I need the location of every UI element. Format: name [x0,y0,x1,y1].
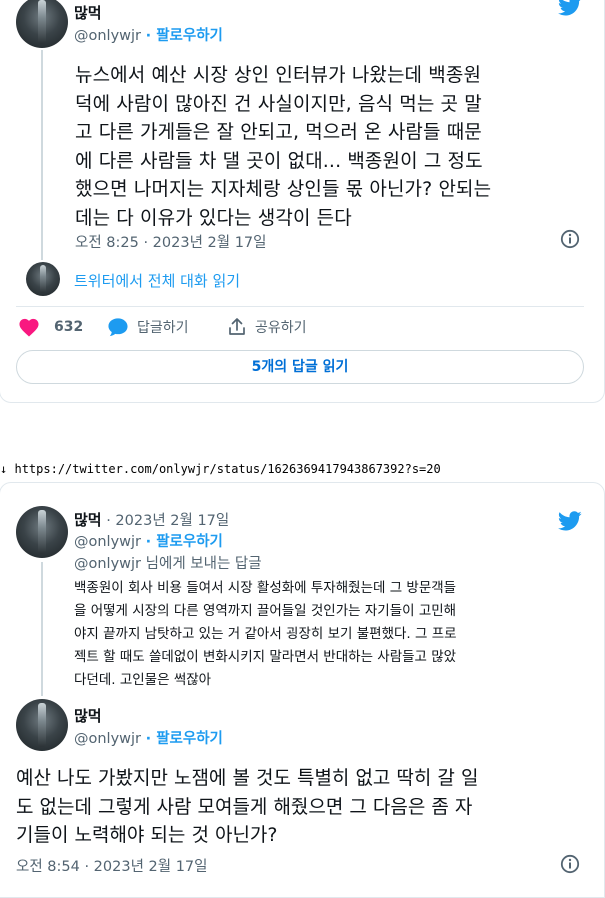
reply-to-suffix: 님에게 보내는 답글 [141,556,262,572]
reply-to-handle[interactable]: @onlywjr [74,556,141,572]
reply-text-line: 젝트 할 때도 쓸데없이 변화시키지 말라면서 반대하는 사람들고 많았 [74,649,457,665]
author-handle[interactable]: @onlywjr · 팔로우하기 [74,24,223,45]
like-button[interactable]: 632 [18,317,83,337]
read-thread-link[interactable]: 트위터에서 전체 대화 읽기 [74,270,240,291]
twitter-bird-icon[interactable] [557,0,583,18]
reply-label: 답글하기 [137,320,189,336]
tweet-text-line: 도 없는데 그렇게 사람 모여들게 해줬으면 그 다음은 좀 자 [16,795,473,818]
tweet-text-line: 에 다른 사람들 차 댈 곳이 없대... 백종원이 그 정도 [75,149,483,172]
follow-button[interactable]: · 팔로우하기 [146,731,223,747]
author-name[interactable]: 많먹 [74,705,102,726]
share-icon [229,318,245,335]
reply-text: 백종원이 회사 비용 들여서 시장 활성화에 투자해줬는데 그 방문객들 을 어… [74,577,589,692]
reply-text-line: 백종원이 회사 비용 들여서 시장 활성화에 투자해줬는데 그 방문객들 [74,580,457,596]
author-handle[interactable]: @onlywjr · 팔로우하기 [74,727,223,748]
tweet-text-line: 했으면 나머지는 지자체랑 상인들 몫 아닌가? 안되는 [75,178,492,200]
reply-button[interactable]: 답글하기 [107,317,189,337]
info-icon[interactable] [560,229,580,249]
tweet-text-line: 예산 나도 가봤지만 노잼에 볼 것도 특별히 없고 딱히 갈 일 [16,767,479,789]
tweet-text: 예산 나도 가봤지만 노잼에 볼 것도 특별히 없고 딱히 갈 일 도 없는데 … [16,764,596,850]
tweet-text-line: 데는 다 이유가 있다는 생각이 든다 [75,206,352,229]
reply-text-line: 야지 끝까지 남탓하고 있는 거 같아서 굉장히 보기 불편했다. 그 프로 [74,626,457,642]
tweet-text-line: 덕에 사람이 많아진 건 사실이지만, 음식 먹는 곳 말 [75,92,482,115]
author-handle[interactable]: @onlywjr · 팔로우하기 [74,530,223,551]
tweet-text-line: 고 다른 가게들은 잘 안되고, 먹으러 온 사람들 때문 [75,121,482,143]
avatar[interactable] [16,699,68,751]
author-name[interactable]: 많먹 [74,511,102,529]
reply-text-line: 다던데. 고인물은 썩잖아 [74,672,212,688]
tweet-timestamp[interactable]: 오전 8:54 · 2023년 2월 17일 [16,855,208,876]
handle-text[interactable]: @onlywjr [74,731,141,747]
follow-button[interactable]: · 팔로우하기 [146,28,223,44]
tweet-url-line: ↓ https://twitter.com/onlywjr/status/162… [0,462,441,476]
heart-icon [19,318,39,337]
thread-line [41,50,43,260]
tweet-url[interactable]: https://twitter.com/onlywjr/status/16263… [14,462,440,476]
reply-header: 많먹 · 2023년 2월 17일 [74,509,229,530]
small-avatar[interactable] [26,262,60,296]
follow-button[interactable]: · 팔로우하기 [146,534,223,550]
tweet-text: 뉴스에서 예산 시장 상인 인터뷰가 나왔는데 백종원 덕에 사람이 많아진 건… [75,61,585,232]
tweet-text-line: 뉴스에서 예산 시장 상인 인터뷰가 나왔는데 백종원 [75,64,482,86]
handle-text[interactable]: @onlywjr [74,28,141,44]
share-label: 공유하기 [255,320,307,336]
divider [16,306,584,307]
twitter-bird-icon[interactable] [557,509,583,533]
tweet-text-line: 기들이 노력해야 되는 것 아닌가? [16,824,278,846]
tweet-timestamp[interactable]: 오전 8:25 · 2023년 2월 17일 [75,231,267,252]
thread-line [41,562,43,696]
read-replies-button[interactable]: 5개의 답글 읽기 [16,350,584,384]
handle-text[interactable]: @onlywjr [74,534,141,550]
info-icon[interactable] [560,854,580,874]
reply-date[interactable]: · 2023년 2월 17일 [106,513,229,529]
reply-text-line: 을 어떻게 시장의 다른 영역까지 끌어들일 것인가는 자기들이 고민해 [74,603,457,619]
like-count: 632 [54,319,84,335]
reply-bubble-icon [108,318,128,337]
author-name[interactable]: 많먹 [74,2,102,23]
share-button[interactable]: 공유하기 [227,317,307,337]
reply-to-line: @onlywjr 님에게 보내는 답글 [74,552,262,573]
avatar[interactable] [16,506,68,558]
down-arrow-icon: ↓ [0,462,8,476]
